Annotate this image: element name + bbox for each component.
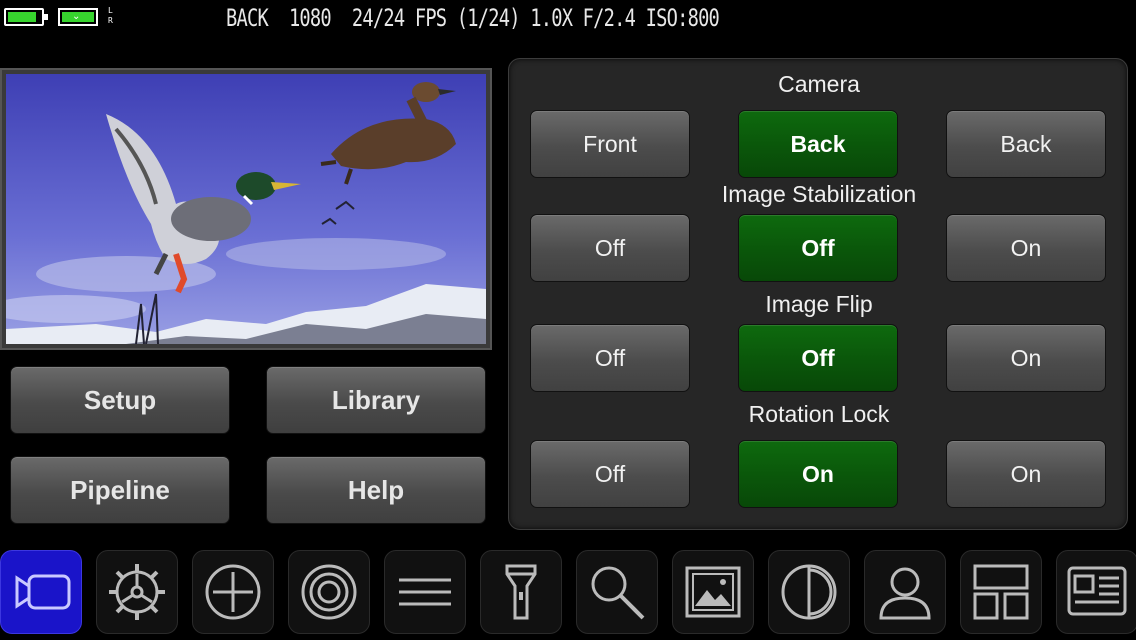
stabilization-current-value: Off	[738, 214, 898, 282]
rotation-title: Rotation Lock	[748, 401, 890, 427]
layout-tool[interactable]	[960, 550, 1042, 634]
battery-icon	[4, 8, 48, 26]
recording-status-text: BACK 1080 24/24 FPS (1/24) 1.0X F/2.4 IS…	[226, 4, 720, 32]
stabilization-off-button[interactable]: Off	[530, 214, 690, 282]
focus-tool[interactable]	[288, 550, 370, 634]
target-icon	[301, 564, 357, 620]
search-icon	[591, 566, 645, 620]
library-button[interactable]: Library	[266, 366, 486, 434]
stabilization-on-button[interactable]: On	[946, 214, 1106, 282]
video-camera-tool[interactable]	[0, 550, 82, 634]
layout-icon	[973, 564, 1029, 620]
camera-title: Camera	[778, 71, 860, 97]
contrast-icon	[781, 564, 837, 620]
setup-button[interactable]: Setup	[10, 366, 230, 434]
flashlight-icon	[505, 564, 537, 620]
zoom-tool[interactable]	[576, 550, 658, 634]
add-tool[interactable]	[192, 550, 274, 634]
stabilization-title: Image Stabilization	[721, 181, 917, 207]
audio-meter: L R	[108, 6, 122, 28]
news-icon	[1067, 566, 1127, 616]
app-root: ⌄ L R BACK 1080 24/24 FPS (1/24) 1.0X F/…	[0, 0, 1136, 640]
contrast-tool[interactable]	[768, 550, 850, 634]
audio-channel-left: L	[108, 6, 113, 15]
audio-channel-right: R	[108, 16, 113, 25]
preview-image	[6, 74, 486, 344]
help-button[interactable]: Help	[266, 456, 486, 524]
bottom-toolbar	[0, 546, 1136, 640]
rotation-current-value: On	[738, 440, 898, 508]
camera-current-value: Back	[738, 110, 898, 178]
flip-title: Image Flip	[765, 291, 873, 317]
menu-tool[interactable]	[384, 550, 466, 634]
camera-back-button[interactable]: Back	[946, 110, 1106, 178]
profile-tool[interactable]	[864, 550, 946, 634]
overlay-tool[interactable]	[1056, 550, 1136, 634]
flip-off-button[interactable]: Off	[530, 324, 690, 392]
rotation-off-button[interactable]: Off	[530, 440, 690, 508]
settings-tool[interactable]	[96, 550, 178, 634]
torch-tool[interactable]	[480, 550, 562, 634]
camera-front-button[interactable]: Front	[530, 110, 690, 178]
settings-panel: Camera Front Back Back Image Stabilizati…	[508, 58, 1128, 530]
gear-icon	[109, 564, 165, 620]
flip-current-value: Off	[738, 324, 898, 392]
flip-on-button[interactable]: On	[946, 324, 1106, 392]
menu-lines-icon	[399, 578, 451, 606]
image-icon	[685, 566, 741, 618]
storage-icon: ⌄	[58, 8, 98, 26]
person-icon	[879, 567, 931, 620]
crosshair-icon	[205, 564, 261, 620]
video-camera-icon	[15, 574, 71, 610]
rotation-on-button[interactable]: On	[946, 440, 1106, 508]
camera-preview[interactable]	[0, 68, 492, 350]
pipeline-button[interactable]: Pipeline	[10, 456, 230, 524]
image-tool[interactable]	[672, 550, 754, 634]
status-bar: ⌄ L R BACK 1080 24/24 FPS (1/24) 1.0X F/…	[0, 0, 1136, 36]
